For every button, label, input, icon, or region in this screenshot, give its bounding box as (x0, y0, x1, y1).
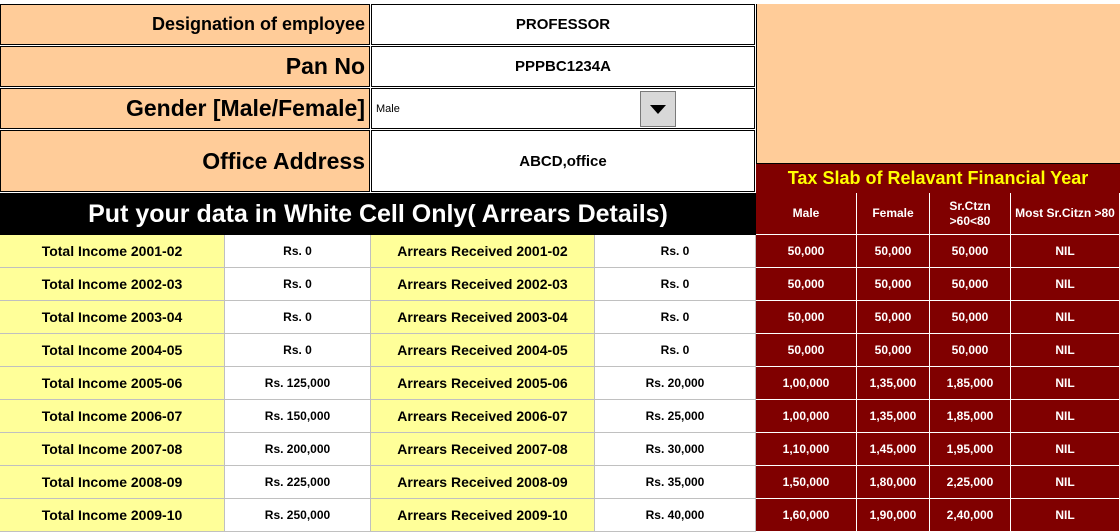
tax-male-cell: 1,60,000 (756, 499, 857, 532)
arrears-cell[interactable]: Rs. 35,000 (595, 466, 756, 499)
tax-most-senior-cell: NIL (1011, 334, 1120, 367)
arrears-cell[interactable]: Rs. 30,000 (595, 433, 756, 466)
arrears-label: Arrears Received 2009-10 (371, 499, 595, 532)
tax-senior-cell: 50,000 (930, 268, 1011, 301)
tax-most-senior-cell: NIL (1011, 301, 1120, 334)
total-income-label: Total Income 2006-07 (0, 400, 225, 433)
tax-male-cell: 1,00,000 (756, 367, 857, 400)
arrears-cell[interactable]: Rs. 0 (595, 235, 756, 268)
total-income-label: Total Income 2008-09 (0, 466, 225, 499)
tax-senior-cell: 2,40,000 (930, 499, 1011, 532)
total-income-label: Total Income 2005-06 (0, 367, 225, 400)
tax-male-cell: 50,000 (756, 235, 857, 268)
tax-col-most-senior: Most Sr.Citzn >80 (1011, 193, 1120, 235)
tax-female-cell: 1,35,000 (857, 400, 930, 433)
dropdown-button[interactable] (640, 91, 676, 127)
pan-label: Pan No (0, 46, 370, 87)
arrears-label: Arrears Received 2007-08 (371, 433, 595, 466)
tax-most-senior-cell: NIL (1011, 235, 1120, 268)
address-label: Office Address (0, 130, 370, 192)
tax-male-cell: 1,00,000 (756, 400, 857, 433)
total-income-cell[interactable]: Rs. 0 (225, 301, 371, 334)
tax-senior-cell: 50,000 (930, 301, 1011, 334)
gender-label: Gender [Male/Female] (0, 88, 370, 129)
tax-female-cell: 50,000 (857, 301, 930, 334)
gender-dropdown[interactable]: Male (372, 89, 753, 128)
tax-female-cell: 50,000 (857, 235, 930, 268)
tax-senior-cell: 1,95,000 (930, 433, 1011, 466)
tax-most-senior-cell: NIL (1011, 499, 1120, 532)
tax-most-senior-cell: NIL (1011, 466, 1120, 499)
total-income-cell[interactable]: Rs. 250,000 (225, 499, 371, 532)
arrears-cell[interactable]: Rs. 0 (595, 334, 756, 367)
arrears-label: Arrears Received 2002-03 (371, 268, 595, 301)
arrears-cell[interactable]: Rs. 0 (595, 301, 756, 334)
tax-most-senior-cell: NIL (1011, 367, 1120, 400)
gender-selected-value: Male (376, 103, 400, 115)
total-income-label: Total Income 2004-05 (0, 334, 225, 367)
tax-senior-cell: 2,25,000 (930, 466, 1011, 499)
tax-most-senior-cell: NIL (1011, 268, 1120, 301)
tax-female-cell: 50,000 (857, 334, 930, 367)
tax-female-cell: 1,80,000 (857, 466, 930, 499)
tax-female-cell: 1,45,000 (857, 433, 930, 466)
total-income-cell[interactable]: Rs. 150,000 (225, 400, 371, 433)
total-income-cell[interactable]: Rs. 0 (225, 235, 371, 268)
instruction-banner: Put your data in White Cell Only( Arrear… (0, 193, 756, 235)
tax-most-senior-cell: NIL (1011, 400, 1120, 433)
tax-slab-title: Tax Slab of Relavant Financial Year (756, 163, 1120, 193)
total-income-cell[interactable]: Rs. 225,000 (225, 466, 371, 499)
total-income-label: Total Income 2002-03 (0, 268, 225, 301)
total-income-cell[interactable]: Rs. 0 (225, 334, 371, 367)
arrears-label: Arrears Received 2004-05 (371, 334, 595, 367)
total-income-label: Total Income 2009-10 (0, 499, 225, 532)
arrears-label: Arrears Received 2001-02 (371, 235, 595, 268)
tax-senior-cell: 50,000 (930, 235, 1011, 268)
arrears-label: Arrears Received 2008-09 (371, 466, 595, 499)
right-peach-block (756, 4, 1120, 163)
pan-field[interactable]: PPPBC1234A (371, 46, 755, 87)
designation-label: Designation of employee (0, 4, 370, 45)
arrears-cell[interactable]: Rs. 0 (595, 268, 756, 301)
tax-senior-cell: 1,85,000 (930, 367, 1011, 400)
total-income-cell[interactable]: Rs. 200,000 (225, 433, 371, 466)
tax-senior-cell: 50,000 (930, 334, 1011, 367)
arrears-cell[interactable]: Rs. 25,000 (595, 400, 756, 433)
tax-col-male: Male (756, 193, 857, 235)
tax-male-cell: 1,50,000 (756, 466, 857, 499)
total-income-label: Total Income 2003-04 (0, 301, 225, 334)
address-field[interactable]: ABCD,office (371, 130, 755, 192)
tax-col-female: Female (857, 193, 930, 235)
tax-senior-cell: 1,85,000 (930, 400, 1011, 433)
designation-field[interactable]: PROFESSOR (371, 4, 755, 45)
total-income-cell[interactable]: Rs. 125,000 (225, 367, 371, 400)
arrears-label: Arrears Received 2003-04 (371, 301, 595, 334)
tax-female-cell: 1,35,000 (857, 367, 930, 400)
tax-female-cell: 50,000 (857, 268, 930, 301)
tax-col-senior: Sr.Ctzn >60<80 (930, 193, 1011, 235)
total-income-label: Total Income 2007-08 (0, 433, 225, 466)
tax-male-cell: 50,000 (756, 334, 857, 367)
total-income-cell[interactable]: Rs. 0 (225, 268, 371, 301)
total-income-label: Total Income 2001-02 (0, 235, 225, 268)
arrears-cell[interactable]: Rs. 40,000 (595, 499, 756, 532)
chevron-down-icon (650, 104, 666, 114)
tax-most-senior-cell: NIL (1011, 433, 1120, 466)
tax-male-cell: 50,000 (756, 268, 857, 301)
arrears-label: Arrears Received 2006-07 (371, 400, 595, 433)
tax-male-cell: 1,10,000 (756, 433, 857, 466)
arrears-label: Arrears Received 2005-06 (371, 367, 595, 400)
tax-male-cell: 50,000 (756, 301, 857, 334)
arrears-cell[interactable]: Rs. 20,000 (595, 367, 756, 400)
tax-female-cell: 1,90,000 (857, 499, 930, 532)
